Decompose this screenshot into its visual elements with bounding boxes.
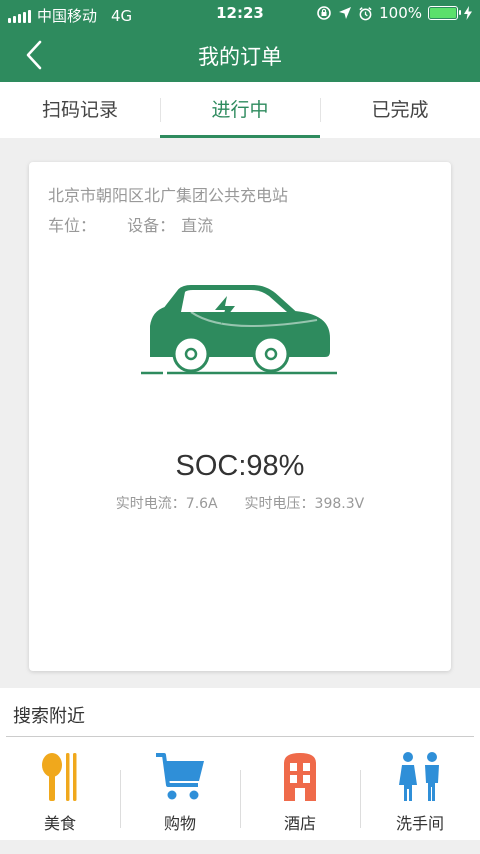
tab-in-progress[interactable]: 进行中 [160,82,320,138]
category-food[interactable]: 美食 [0,738,120,838]
battery-icon [428,6,461,20]
search-nearby-title: 搜索附近 [13,706,85,727]
voltage-value: 398.3V [314,496,365,512]
tab-scan-records[interactable]: 扫码记录 [0,82,160,138]
hotel-door-icon [284,753,316,801]
category-label: 购物 [163,814,196,833]
search-nearby-panel: 搜索附近 美食 购物 酒店 洗手间 [0,688,480,854]
category-hotel[interactable]: 酒店 [240,738,360,838]
category-label: 酒店 [283,814,316,833]
category-label: 美食 [43,814,76,833]
restroom-icon [399,752,439,801]
fork-spoon-icon [42,753,77,801]
device-value: 直流 [181,216,214,235]
shopping-cart-icon [156,753,204,800]
order-meta: 车位： 设备： 直流 [48,212,219,236]
soc-value: SOC:98% [175,450,305,482]
charging-bolt-icon [464,6,472,20]
station-name: 北京市朝阳区北广集团公共充电站 [48,186,289,205]
category-shopping[interactable]: 购物 [120,738,240,838]
divider [6,736,474,737]
nearby-categories: 美食 购物 酒店 洗手间 [0,738,480,838]
nav-bar: 我的订单 [0,28,480,82]
category-restroom[interactable]: 洗手间 [360,738,480,838]
device-label: 设备： [127,216,176,235]
order-tabs: 扫码记录 进行中 已完成 [0,82,480,138]
current-value: 7.6A [185,496,218,512]
realtime-readings: 实时电流：7.6A 实时电压：398.3V [29,493,451,513]
current-label: 实时电流： [115,496,186,512]
status-bar: 中国移动 4G 12:23 100% [0,0,480,28]
tab-completed[interactable]: 已完成 [320,82,480,138]
alarm-icon [359,6,372,20]
bottom-strip [0,840,480,854]
category-label: 洗手间 [395,814,444,833]
charging-car-icon [141,285,337,375]
parking-label: 车位： [48,216,97,235]
page-title: 我的订单 [198,45,282,69]
rotation-lock-icon [317,6,331,20]
location-icon [339,7,352,19]
charging-order-card[interactable]: 北京市朝阳区北广集团公共充电站 车位： 设备： 直流 SOC:98% 实时电流：7… [29,162,451,671]
battery-percent: 100% [379,4,422,22]
voltage-label: 实时电压： [244,496,315,512]
